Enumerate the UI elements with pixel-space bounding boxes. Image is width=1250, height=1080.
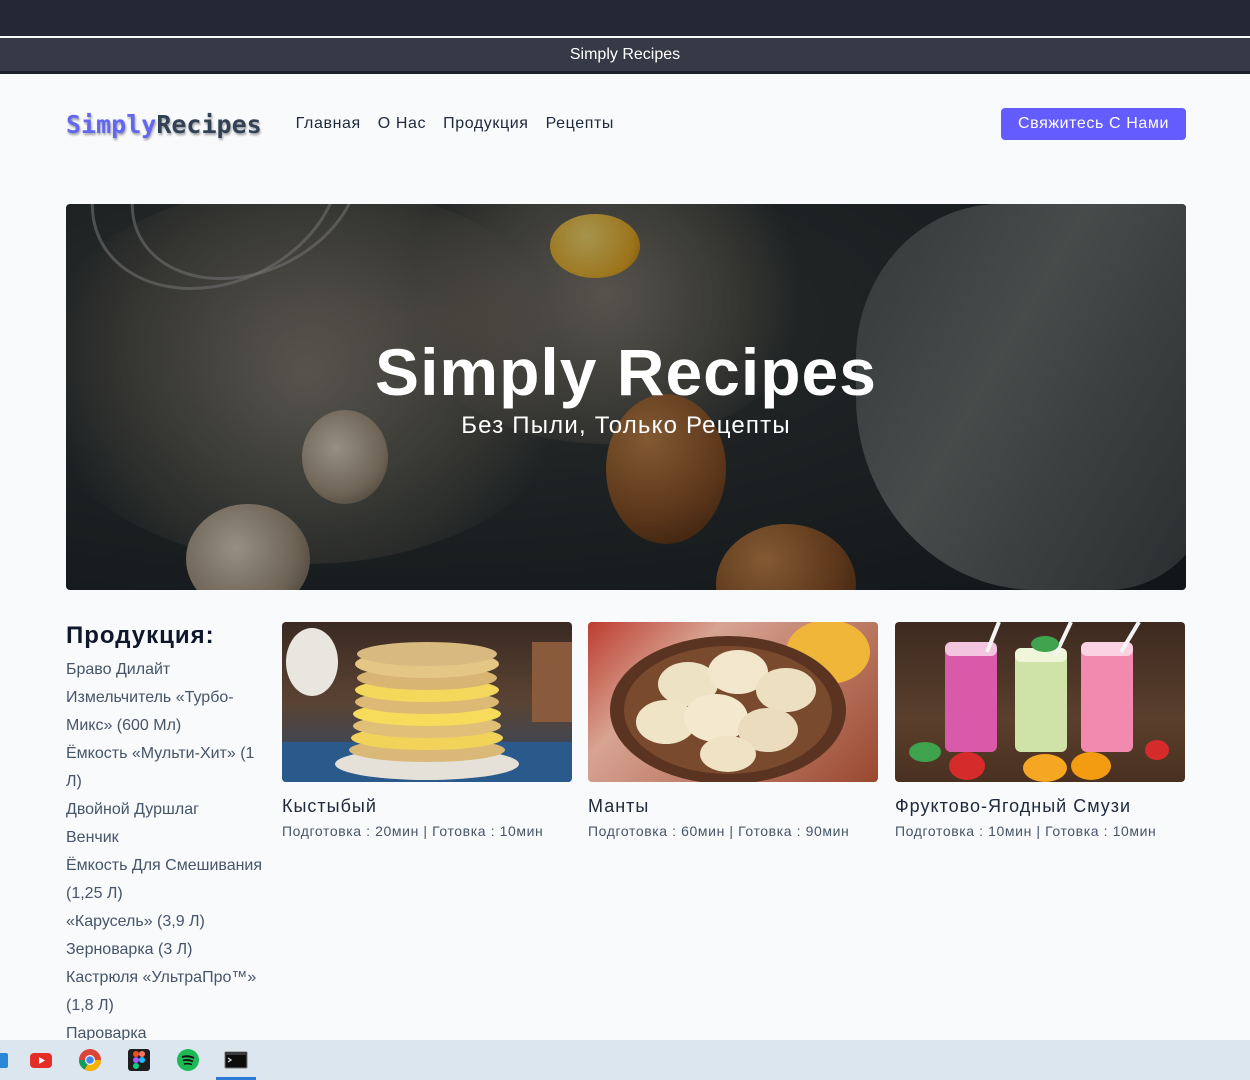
nav-link-home[interactable]: Главная (296, 115, 361, 133)
recipe-card[interactable]: Манты Подготовка : 60мин | Готовка : 90м… (588, 622, 878, 839)
chrome-icon[interactable] (78, 1048, 102, 1072)
product-link[interactable]: Измельчитель «Турбо-Микс» (600 Мл) (66, 684, 271, 740)
taskbar (0, 1040, 1250, 1080)
recipe-meta: Подготовка : 60мин | Готовка : 90мин (588, 823, 850, 839)
figma-icon[interactable] (127, 1048, 151, 1072)
sidebar-title: Продукция: (66, 622, 215, 649)
smoothies-image (909, 622, 1169, 782)
recipe-image (895, 622, 1185, 782)
recipe-image (282, 622, 572, 782)
manti-plate-image (588, 622, 878, 782)
web-page: SimplyRecipes Главная О Нас Продукция Ре… (0, 76, 1250, 1040)
product-link[interactable]: Пароварка (66, 1020, 271, 1040)
terminal-icon[interactable] (224, 1048, 248, 1072)
nav-link-recipes[interactable]: Рецепты (546, 115, 614, 133)
flatbread-stack-image (282, 628, 572, 782)
recipe-meta: Подготовка : 20мин | Готовка : 10мин (282, 823, 544, 839)
product-list: Браво Дилайт Измельчитель «Турбо-Микс» (… (66, 656, 271, 1040)
nav-link-products[interactable]: Продукция (443, 115, 528, 133)
contact-button[interactable]: Свяжитесь С Нами (1001, 108, 1186, 140)
spotify-icon[interactable] (176, 1048, 200, 1072)
product-link[interactable]: Двойной Дуршлаг (66, 796, 271, 824)
logo-part-recipes: Recipes (156, 109, 262, 139)
product-link[interactable]: Венчик (66, 824, 271, 852)
recipe-title: Кыстыбый (282, 796, 377, 816)
recipe-image (588, 622, 878, 782)
window-title: Simply Recipes (569, 45, 681, 63)
hero-title: Simply Recipes (375, 335, 877, 409)
site-logo[interactable]: SimplyRecipes (66, 110, 262, 139)
product-link[interactable]: «Карусель» (3,9 Л) (66, 908, 271, 936)
recipe-title: Фруктово-Ягодный Смузи (895, 796, 1132, 816)
product-link[interactable]: Браво Дилайт (66, 656, 271, 684)
hero-banner: Simply Recipes Без Пыли, Только Рецепты (66, 204, 1186, 590)
recipe-card[interactable]: Кыстыбый Подготовка : 20мин | Готовка : … (282, 622, 572, 839)
products-sidebar: Продукция: Браво Дилайт Измельчитель «Ту… (66, 622, 271, 1040)
navbar: SimplyRecipes Главная О Нас Продукция Ре… (66, 104, 1186, 144)
window-title-bar: Simply Recipes (0, 38, 1250, 74)
product-link[interactable]: Ёмкость Для Смешивания (1,25 Л) (66, 852, 271, 908)
file-explorer-icon[interactable] (0, 1048, 10, 1072)
browser-top-strip (0, 0, 1250, 36)
product-link[interactable]: Зерноварка (3 Л) (66, 936, 271, 964)
product-link[interactable]: Кастрюля «УльтраПро™» (1,8 Л) (66, 964, 271, 1020)
nav-links: Главная О Нас Продукция Рецепты (296, 115, 614, 133)
recipes-list: Кыстыбый Подготовка : 20мин | Готовка : … (282, 622, 1186, 862)
youtube-icon[interactable] (29, 1048, 53, 1072)
recipe-title: Манты (588, 796, 650, 816)
nav-link-about[interactable]: О Нас (378, 115, 426, 133)
logo-part-simply: Simply (66, 109, 157, 139)
product-link[interactable]: Ёмкость «Мульти-Хит» (1 Л) (66, 740, 271, 796)
hero-subtitle: Без Пыли, Только Рецепты (461, 412, 791, 439)
recipe-card[interactable]: Фруктово-Ягодный Смузи Подготовка : 10ми… (895, 622, 1185, 839)
recipe-meta: Подготовка : 10мин | Готовка : 10мин (895, 823, 1157, 839)
hero-text: Simply Recipes Без Пыли, Только Рецепты (66, 334, 1186, 440)
